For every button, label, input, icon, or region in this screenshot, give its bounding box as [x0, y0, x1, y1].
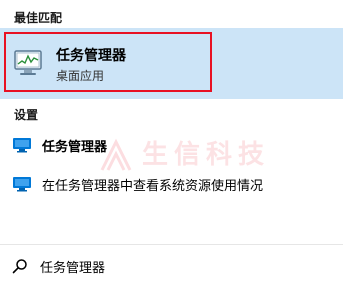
settings-header: 设置 [14, 108, 39, 122]
best-match-header: 最佳匹配 [14, 11, 63, 25]
best-match-result[interactable]: 任务管理器 桌面应用 [0, 28, 343, 99]
app-type: 桌面应用 [56, 69, 105, 83]
app-title: 任务管理器 [56, 48, 126, 64]
monitor-icon [13, 138, 31, 153]
result-label: 在任务管理器中查看系统资源使用情况 [42, 179, 264, 194]
search-input[interactable]: 任务管理器 [40, 257, 105, 276]
result-label: 任务管理器 [42, 140, 108, 155]
search-icon [12, 259, 27, 274]
search-bar[interactable]: 任务管理器 [0, 244, 343, 286]
settings-result-task-manager[interactable]: 任务管理器 [0, 128, 343, 162]
task-manager-icon [14, 50, 42, 75]
settings-result-view-resources[interactable]: 在任务管理器中查看系统资源使用情况 [0, 167, 343, 201]
monitor-icon [13, 177, 31, 192]
